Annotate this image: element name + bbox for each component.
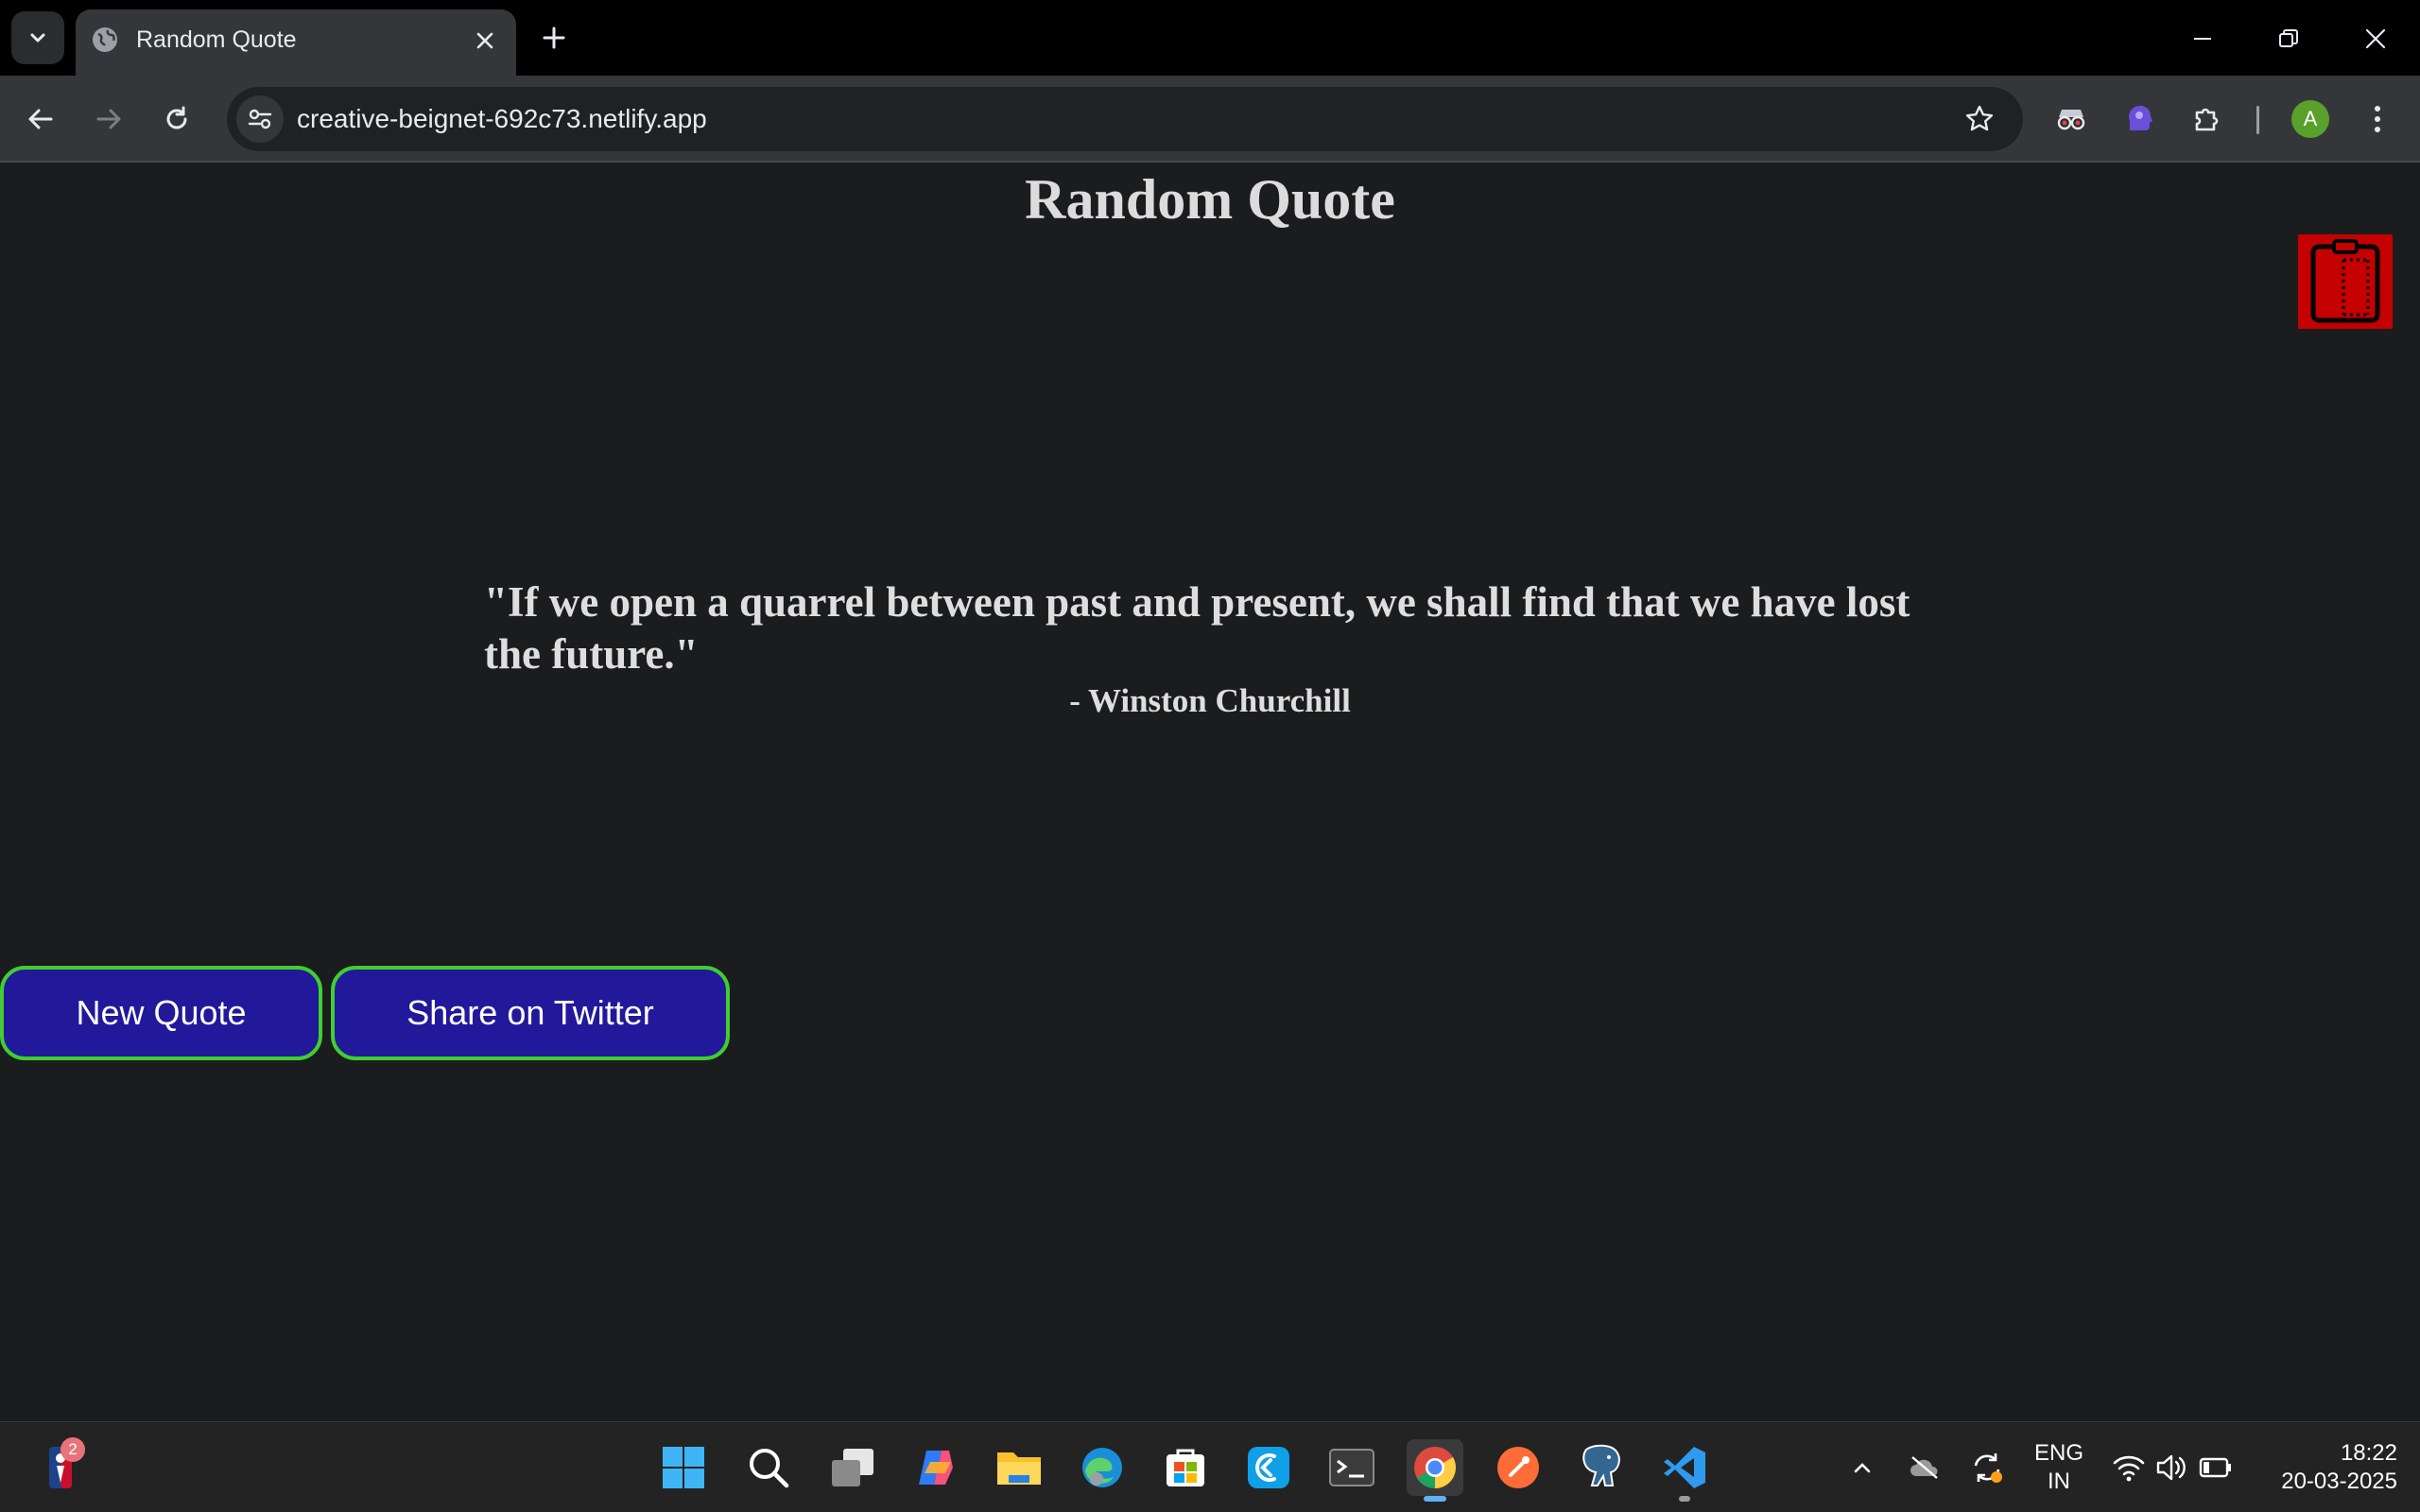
arrow-left-icon	[28, 109, 53, 129]
brain-head-icon	[2129, 106, 2152, 130]
battery-icon	[2199, 1457, 2231, 1478]
copilot-icon	[919, 1451, 953, 1485]
sync-icon	[1974, 1453, 2002, 1483]
windows-taskbar: 2 ENG IN 18:22 20-03-2025	[0, 1421, 2420, 1512]
browser-toolbar: creative-beignet-692c73.netlify.app A	[0, 76, 2420, 163]
restore-icon	[2279, 29, 2298, 47]
tune-icon	[248, 109, 272, 129]
elephant-icon	[1582, 1444, 1620, 1486]
quote-text: "If we open a quarrel between past and p…	[484, 578, 1910, 678]
tray-wifi[interactable]	[2108, 1447, 2150, 1488]
tray-battery[interactable]	[2195, 1447, 2237, 1488]
close-icon	[476, 32, 493, 49]
taskbar-search-button[interactable]	[740, 1439, 797, 1496]
glasses-icon	[2057, 110, 2085, 130]
clock-date: 20-03-2025	[2281, 1469, 2397, 1494]
edge-icon	[1082, 1448, 1122, 1487]
task-view-icon	[832, 1449, 873, 1486]
app-logo-icon	[1248, 1447, 1289, 1488]
clipboard-icon	[2310, 239, 2380, 323]
tray-volume[interactable]	[2152, 1447, 2193, 1488]
extensions-button[interactable]	[2184, 95, 2231, 143]
task-view-button[interactable]	[824, 1439, 881, 1496]
vscode-icon	[1664, 1447, 1705, 1488]
minimize-button[interactable]	[2179, 15, 2226, 62]
browser-tab[interactable]: Random Quote	[76, 9, 516, 76]
clock-time: 18:22	[2340, 1440, 2397, 1466]
taskbar-postgresql[interactable]	[1573, 1439, 1630, 1496]
tray-sync[interactable]	[1966, 1447, 2008, 1488]
tab-search-button[interactable]	[11, 11, 64, 64]
taskbar-terminal[interactable]	[1323, 1439, 1380, 1496]
system-clock[interactable]: 18:22 20-03-2025	[2281, 1439, 2397, 1496]
taskbar-copilot-app[interactable]	[908, 1439, 964, 1496]
window-close-button[interactable]	[2352, 15, 2399, 62]
chevron-up-icon	[1854, 1463, 1871, 1473]
reload-button[interactable]	[153, 95, 200, 143]
running-app-indicator	[1679, 1496, 1690, 1502]
language-indicator[interactable]: ENG IN	[2031, 1439, 2087, 1496]
taskbar-postman[interactable]	[1490, 1439, 1547, 1496]
clipboard-widget[interactable]	[2298, 234, 2393, 329]
tab-close-button[interactable]	[471, 26, 499, 55]
postman-icon	[1497, 1447, 1539, 1488]
tray-onedrive[interactable]	[1904, 1447, 1945, 1488]
chrome-icon	[1414, 1447, 1456, 1488]
store-icon	[1167, 1449, 1204, 1486]
page-content: Random Quote "If we open a quarrel betwe…	[0, 164, 2420, 1421]
language-code: ENG	[2033, 1440, 2083, 1466]
taskbar-vscode[interactable]	[1656, 1439, 1713, 1502]
arrow-right-icon	[96, 109, 121, 129]
restore-button[interactable]	[2265, 15, 2312, 62]
taskbar-app-blue[interactable]	[1240, 1439, 1297, 1496]
quote-author: - Winston Churchill	[1069, 682, 1351, 719]
bookmark-button[interactable]	[1962, 102, 1996, 136]
more-vertical-icon	[2375, 106, 2380, 132]
taskbar-microsoft-store[interactable]	[1157, 1439, 1214, 1496]
puzzle-icon	[2195, 108, 2219, 131]
notification-badge: 2	[60, 1437, 85, 1462]
profile-avatar[interactable]: A	[2291, 100, 2329, 138]
site-info-button[interactable]	[236, 95, 284, 143]
close-icon	[2365, 28, 2386, 49]
new-tab-button[interactable]	[535, 19, 573, 57]
taskbar-chrome[interactable]	[1407, 1439, 1463, 1502]
browser-menu-button[interactable]	[2354, 95, 2401, 143]
start-button[interactable]	[655, 1439, 712, 1496]
minimize-icon	[2194, 38, 2211, 40]
back-button[interactable]	[17, 95, 64, 143]
wifi-icon	[2113, 1455, 2145, 1482]
region-code: IN	[2048, 1469, 2070, 1494]
globe-icon	[93, 27, 117, 52]
url-text: creative-beignet-692c73.netlify.app	[297, 104, 707, 133]
page-title: Random Quote	[1025, 168, 1395, 231]
new-quote-button[interactable]: New Quote	[0, 966, 322, 1060]
taskbar-file-explorer[interactable]	[991, 1439, 1047, 1496]
share-twitter-button[interactable]: Share on Twitter	[331, 966, 730, 1060]
reload-icon	[166, 106, 187, 129]
volume-icon	[2156, 1454, 2186, 1481]
cloud-off-icon	[1910, 1456, 1938, 1479]
tray-overflow-button[interactable]	[1841, 1447, 1883, 1488]
extension-spy-button[interactable]	[2048, 95, 2095, 143]
address-bar[interactable]: creative-beignet-692c73.netlify.app	[227, 87, 2023, 151]
windows-logo-icon	[663, 1447, 704, 1488]
toolbar-divider	[2256, 106, 2259, 134]
search-icon	[750, 1449, 789, 1488]
forward-button[interactable]	[85, 95, 132, 143]
active-app-indicator	[1424, 1496, 1446, 1502]
terminal-icon	[1329, 1449, 1374, 1486]
plus-icon	[543, 26, 565, 49]
tab-title: Random Quote	[136, 26, 297, 53]
extension-ai-button[interactable]	[2116, 95, 2163, 143]
star-icon	[1965, 105, 1994, 131]
browser-tab-strip: Random Quote	[0, 0, 2420, 76]
folder-icon	[997, 1452, 1041, 1485]
chevron-down-icon	[30, 33, 45, 43]
taskbar-edge-browser[interactable]	[1074, 1439, 1131, 1496]
